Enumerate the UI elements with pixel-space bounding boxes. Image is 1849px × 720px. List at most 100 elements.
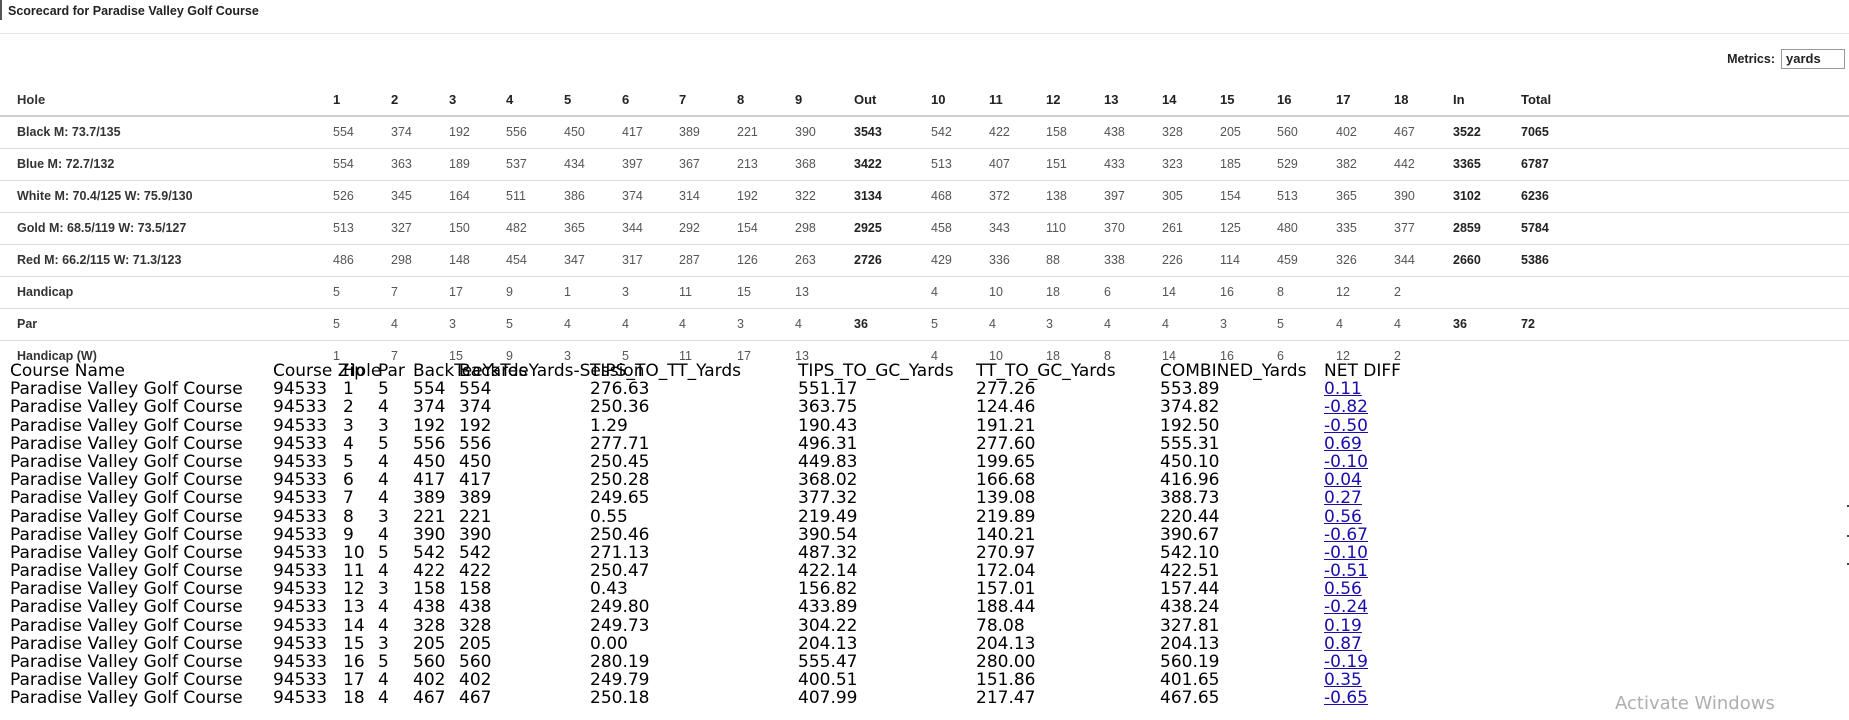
net-diff-link[interactable]: -0.67 bbox=[1324, 525, 1368, 544]
net-diff-link[interactable]: 0.27 bbox=[1324, 489, 1362, 507]
scorecard-cell: 382 bbox=[1336, 157, 1357, 171]
scorecard-cell: 6787 bbox=[1521, 157, 1549, 171]
scores-cell: 277.71 bbox=[590, 433, 650, 454]
scorecard-cell: 344 bbox=[622, 221, 643, 235]
scores-cell: 14 bbox=[343, 615, 365, 636]
scorecard-cell: 327 bbox=[391, 221, 412, 235]
scores-cell: 487.32 bbox=[798, 542, 858, 563]
net-diff-link[interactable]: -0.24 bbox=[1324, 598, 1368, 616]
scorecard-cell: 343 bbox=[989, 221, 1010, 235]
scorecard-cell: 36 bbox=[1453, 317, 1467, 331]
scorecard-column-header: 17 bbox=[1336, 92, 1351, 107]
net-diff-link[interactable]: -0.10 bbox=[1324, 453, 1368, 471]
scorecard-cell: 368 bbox=[795, 157, 816, 171]
scores-cell: 204.13 bbox=[1160, 633, 1220, 654]
scores-cell: 157.44 bbox=[1160, 579, 1220, 600]
scorecard-column-header: 1 bbox=[333, 92, 341, 107]
scores-cell: 192.50 bbox=[1160, 415, 1220, 436]
scores-cell: 250.45 bbox=[590, 451, 650, 472]
scorecard-cell: 192 bbox=[449, 125, 470, 139]
scores-cell: 12 bbox=[343, 579, 365, 600]
net-diff-link[interactable]: 0.04 bbox=[1324, 471, 1362, 489]
scorecard-cell: 3 bbox=[1046, 317, 1053, 331]
scorecard-cell: 511 bbox=[506, 189, 526, 203]
net-diff-link[interactable]: 0.56 bbox=[1324, 507, 1362, 526]
net-diff-link[interactable]: -0.82 bbox=[1324, 398, 1368, 416]
scorecard-cell: 4 bbox=[564, 317, 571, 331]
scorecard-cell: 365 bbox=[1336, 189, 1357, 203]
scorecard-cell: 336 bbox=[989, 253, 1010, 267]
scores-cell: 8 bbox=[343, 506, 354, 527]
scorecard-cell: 314 bbox=[679, 189, 700, 203]
scores-cell: 190.43 bbox=[798, 415, 858, 436]
net-diff-link[interactable]: -0.19 bbox=[1324, 653, 1368, 671]
scores-cell: 433.89 bbox=[798, 597, 858, 618]
scores-cell: 1.29 bbox=[590, 415, 628, 436]
scores-cell: 304.22 bbox=[798, 615, 858, 636]
scorecard-cell: 3134 bbox=[854, 189, 882, 203]
net-diff-link[interactable]: 0.11 bbox=[1324, 380, 1362, 398]
scores-cell: 556 bbox=[459, 433, 492, 454]
net-diff-link[interactable]: 0.69 bbox=[1324, 435, 1362, 453]
metrics-select[interactable]: yards bbox=[1781, 49, 1845, 69]
scores-cell: Paradise Valley Golf Course bbox=[10, 652, 243, 672]
scores-cell: 467 bbox=[459, 688, 492, 709]
scores-cell: 94533 bbox=[273, 542, 328, 563]
net-diff-link[interactable]: -0.10 bbox=[1324, 544, 1368, 562]
scores-cell: 402 bbox=[459, 670, 492, 691]
net-diff-link[interactable]: -0.65 bbox=[1324, 689, 1368, 707]
scorecard-cell: 5386 bbox=[1521, 253, 1549, 267]
scorecard-cell: 345 bbox=[391, 189, 412, 203]
net-diff-link[interactable]: -0.50 bbox=[1324, 416, 1368, 435]
scorecard-cell: 7065 bbox=[1521, 125, 1549, 139]
scores-cell: 4 bbox=[378, 470, 389, 491]
scores-cell: Paradise Valley Golf Course bbox=[10, 670, 243, 691]
scorecard-row-label: Handicap bbox=[17, 285, 74, 299]
scores-cell: 374 bbox=[459, 397, 492, 418]
scorecard-column-header: 6 bbox=[622, 92, 630, 107]
scorecard-cell: 459 bbox=[1277, 253, 1298, 267]
net-diff-link[interactable]: 0.35 bbox=[1324, 671, 1362, 689]
scorecard-cell: 221 bbox=[737, 125, 758, 139]
scores-cell: 390.67 bbox=[1160, 524, 1220, 545]
scorecard-cell: 16 bbox=[1220, 285, 1234, 299]
scores-cell: 450.10 bbox=[1160, 451, 1220, 472]
scorecard-column-header: 10 bbox=[931, 92, 946, 107]
scores-cell: 192 bbox=[413, 415, 446, 436]
scores-cell: Paradise Valley Golf Course bbox=[10, 397, 243, 418]
scorecard-cell: 5 bbox=[333, 285, 340, 299]
scorecard-cell: 556 bbox=[506, 125, 527, 139]
net-diff-link[interactable]: -0.51 bbox=[1324, 562, 1368, 580]
net-diff-link[interactable]: 0.56 bbox=[1324, 580, 1362, 598]
scorecard-cell: 6 bbox=[1104, 285, 1111, 299]
scorecard-column-header: 2 bbox=[391, 92, 399, 107]
scores-cell: 542.10 bbox=[1160, 542, 1220, 563]
scores-cell: 556 bbox=[413, 433, 446, 454]
scores-column-header: Hole bbox=[343, 361, 382, 381]
scorecard-cell: 185 bbox=[1220, 157, 1241, 171]
scorecard-cell: 5784 bbox=[1521, 221, 1549, 235]
scorecard-cell: 298 bbox=[391, 253, 412, 267]
scorecard-cell: 374 bbox=[391, 125, 412, 139]
scores-cell: 560 bbox=[459, 652, 492, 672]
scores-cell: 402 bbox=[413, 670, 446, 691]
scorecard-column-header: 4 bbox=[506, 92, 514, 107]
scores-cell: 94533 bbox=[273, 524, 328, 545]
scores-cell: 94533 bbox=[273, 451, 328, 472]
scorecard-column-header: Total bbox=[1521, 92, 1552, 107]
scores-cell: 4 bbox=[343, 433, 354, 454]
net-diff-link[interactable]: 0.19 bbox=[1324, 616, 1362, 635]
scorecard-cell: 2726 bbox=[854, 253, 882, 267]
net-diff-link[interactable]: 0.87 bbox=[1324, 635, 1362, 653]
scores-cell: 554 bbox=[413, 379, 446, 400]
scorecard-cell: 429 bbox=[931, 253, 952, 267]
scorecard-cell: 14 bbox=[1162, 285, 1176, 299]
scorecard-column-header: 15 bbox=[1220, 92, 1235, 107]
scorecard-cell: 513 bbox=[1277, 189, 1298, 203]
scorecard-cell: 213 bbox=[737, 157, 758, 171]
scorecard-column-header: In bbox=[1453, 92, 1465, 107]
scores-cell: 188.44 bbox=[976, 597, 1036, 618]
scorecard-cell: 3522 bbox=[1453, 125, 1481, 139]
scorecard-column-header: 16 bbox=[1277, 92, 1292, 107]
scorecard-row: Handicap 5 7 17 9 1 3 11 15 13 4 10 18 6 14 16 8 12 2 bbox=[0, 277, 1849, 309]
